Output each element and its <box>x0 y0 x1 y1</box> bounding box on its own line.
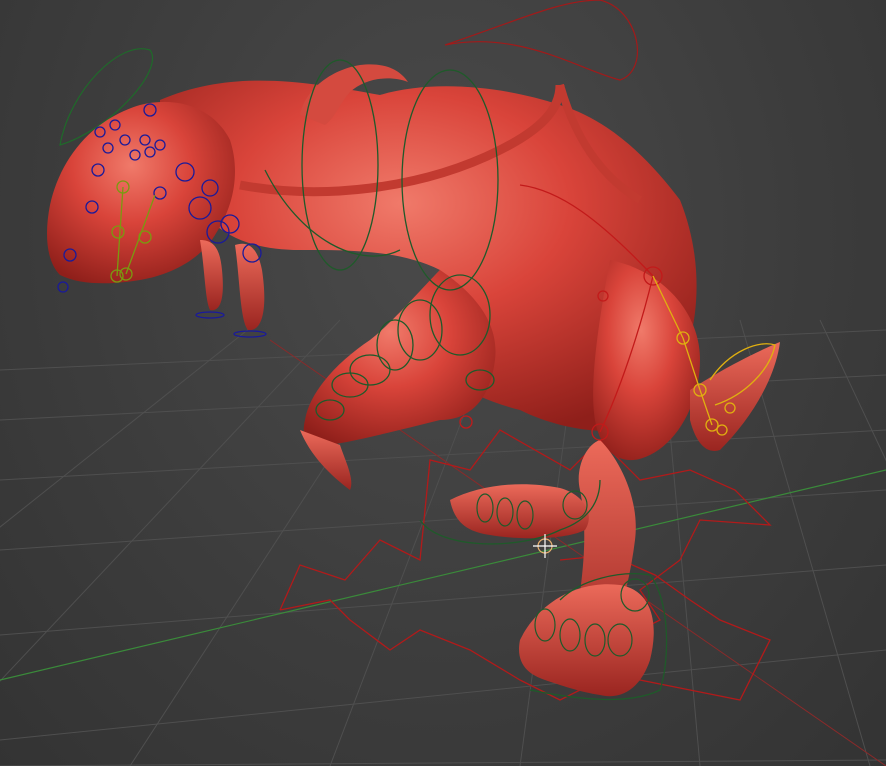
tusk-left[interactable] <box>200 240 223 311</box>
viewport-canvas[interactable] <box>0 0 886 766</box>
rear-foot[interactable] <box>519 584 654 697</box>
3d-viewport[interactable] <box>0 0 886 766</box>
root-control-curve[interactable] <box>444 0 638 81</box>
mid-foot[interactable] <box>450 484 589 539</box>
creature-mesh[interactable] <box>47 64 780 697</box>
